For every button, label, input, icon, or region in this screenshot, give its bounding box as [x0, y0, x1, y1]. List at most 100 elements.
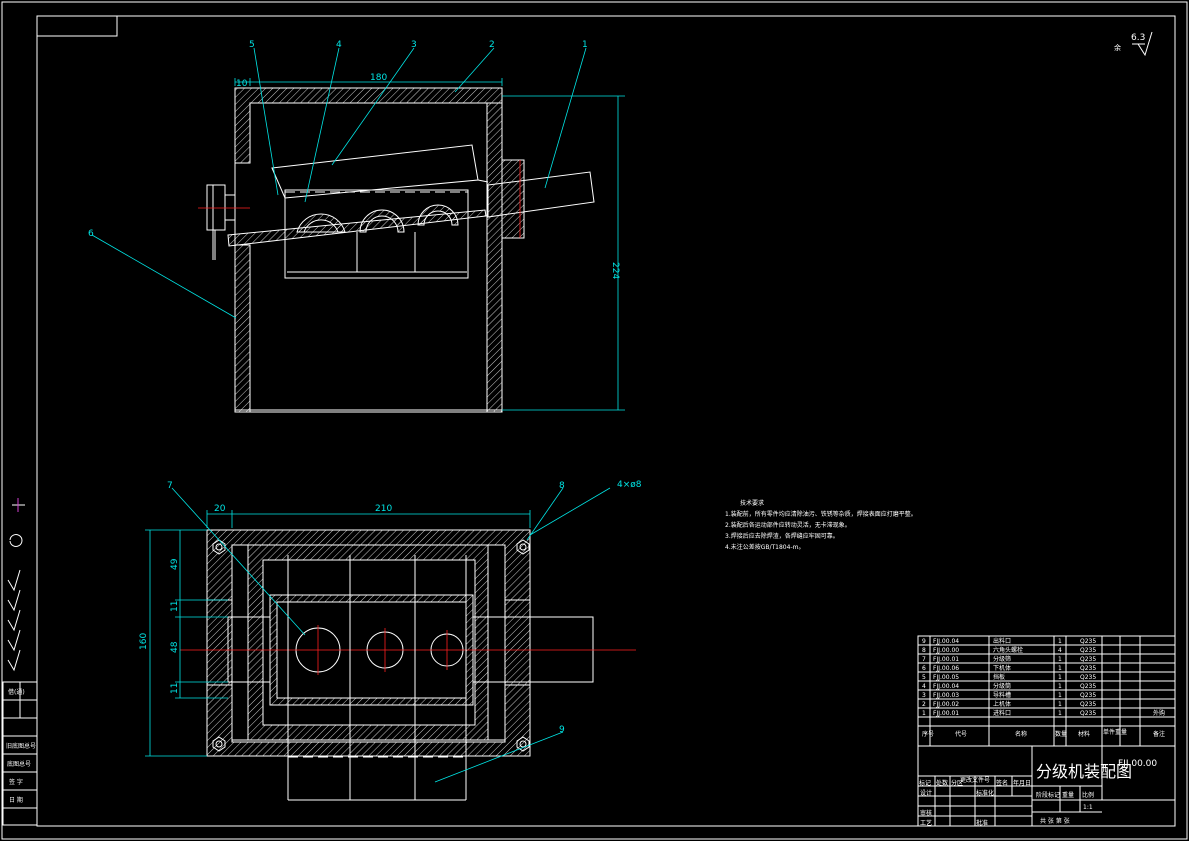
svg-text:2: 2: [922, 701, 926, 708]
svg-text:6: 6: [922, 665, 926, 672]
side-label-2: 旧底图总号: [6, 742, 36, 750]
dim-11b: 11: [170, 683, 180, 694]
dim-11a: 11: [170, 601, 180, 612]
svg-text:FJJ.00.00: FJJ.00.00: [933, 647, 959, 654]
svg-text:7: 7: [922, 656, 926, 663]
dim-bot-left: 20: [214, 504, 226, 514]
right-flange: [501, 159, 525, 239]
svg-text:FJJ.00.06: FJJ.00.06: [933, 665, 959, 672]
tech-req-line-2: 2.装配后各运动部件应转动灵活，无卡滞现象。: [725, 521, 851, 529]
svg-text:代号: 代号: [955, 730, 967, 738]
svg-text:FJJ.00.05: FJJ.00.05: [933, 674, 959, 681]
housing-right-wall: [486, 102, 503, 413]
svg-text:Q235: Q235: [1080, 674, 1096, 681]
svg-text:挡板: 挡板: [993, 673, 1005, 681]
svg-text:备注: 备注: [1153, 730, 1165, 738]
svg-text:FJJ.00.02: FJJ.00.02: [933, 701, 959, 708]
svg-text:8: 8: [922, 647, 926, 654]
svg-text:1: 1: [1058, 692, 1062, 699]
svg-text:分级筛: 分级筛: [993, 655, 1011, 663]
svg-text:出料口: 出料口: [993, 637, 1011, 645]
svg-text:标准化: 标准化: [976, 789, 994, 797]
side-label-1: 借(通): [8, 688, 25, 696]
drawing-number: FJJ.00.00: [1118, 759, 1157, 769]
side-label-5: 日 期: [9, 796, 23, 804]
svg-text:审核: 审核: [920, 809, 932, 817]
svg-text:FJJ.00.04: FJJ.00.04: [933, 683, 959, 690]
svg-text:分级筒: 分级筒: [993, 682, 1011, 690]
housing-top-wall: [234, 87, 503, 164]
dim-top-height: 224: [610, 262, 620, 279]
dim-bot-height: 160: [139, 633, 149, 650]
surface-finish-rest: 余: [1114, 43, 1121, 52]
svg-text:1: 1: [1058, 656, 1062, 663]
svg-text:Q235: Q235: [1080, 638, 1096, 645]
balloon-4: 4: [336, 40, 342, 50]
svg-text:标记: 标记: [919, 779, 931, 787]
svg-text:六角头螺栓: 六角头螺栓: [993, 646, 1023, 654]
surface-finish-value: 6.3: [1131, 33, 1145, 43]
dim-49: 49: [170, 558, 180, 570]
svg-text:5: 5: [922, 674, 926, 681]
svg-text:处数: 处数: [936, 779, 948, 787]
section-view: [91, 47, 625, 413]
side-legend: [2, 498, 38, 826]
svg-text:下机体: 下机体: [993, 664, 1011, 672]
svg-text:1: 1: [1058, 674, 1062, 681]
bom-header: 序号 代号 名称 数量 材料 单件重量 备注: [922, 728, 1165, 738]
svg-text:序号: 序号: [922, 730, 934, 738]
svg-text:材料: 材料: [1078, 730, 1090, 738]
svg-text:9: 9: [922, 638, 926, 645]
svg-text:1: 1: [1058, 665, 1062, 672]
svg-text:外购: 外购: [1153, 709, 1165, 717]
svg-text:1: 1: [1058, 683, 1062, 690]
svg-text:1: 1: [922, 710, 926, 717]
tech-req-title: 技术要求: [740, 499, 764, 507]
side-label-4: 签 字: [9, 778, 23, 786]
svg-text:重量: 重量: [1062, 791, 1074, 799]
svg-text:Q235: Q235: [1080, 656, 1096, 663]
svg-text:FJJ.00.01: FJJ.00.01: [933, 710, 959, 717]
svg-text:Q235: Q235: [1080, 710, 1096, 717]
svg-text:工艺: 工艺: [920, 819, 932, 827]
svg-text:进料口: 进料口: [993, 709, 1011, 717]
svg-text:比例: 比例: [1082, 791, 1094, 799]
svg-text:设计: 设计: [920, 789, 932, 797]
balloon-5: 5: [249, 40, 255, 50]
tech-req-line-1: 1.装配前，所有零件均应清除油污、铁锈等杂质，焊接表面应打磨平整。: [725, 510, 917, 518]
balloon-1: 1: [582, 40, 588, 50]
assembly-drawing: 10 180 224 5 4 3 2 1 6 20 210 4×ø8 160 4…: [1, 1, 1188, 840]
svg-text:FJJ.00.01: FJJ.00.01: [933, 656, 959, 663]
svg-text:阶段标记: 阶段标记: [1036, 791, 1060, 799]
svg-text:批准: 批准: [976, 819, 988, 827]
balloon-6: 6: [88, 229, 94, 239]
bom-row: 9 FJJ.00.04 出料口 1 Q235 8 FJJ.00.00 六角头螺栓…: [922, 637, 1165, 717]
svg-text:1: 1: [1058, 701, 1062, 708]
balloon-3: 3: [411, 40, 417, 50]
svg-text:Q235: Q235: [1080, 647, 1096, 654]
svg-text:名称: 名称: [1015, 730, 1027, 738]
tech-req-line-3: 3.焊接后应去除焊渣，各焊缝应牢固可靠。: [725, 532, 839, 540]
tech-req-line-4: 4.未注公差按GB/T1804-m。: [725, 543, 804, 551]
dim-top-left: 10: [236, 79, 248, 89]
svg-text:上机体: 上机体: [993, 700, 1011, 708]
svg-text:1: 1: [1058, 710, 1062, 717]
svg-text:共 张 第 张: 共 张 第 张: [1040, 817, 1070, 825]
svg-text:Q235: Q235: [1080, 665, 1096, 672]
svg-text:FJJ.00.03: FJJ.00.03: [933, 692, 959, 699]
side-label-3: 底图总号: [7, 760, 31, 768]
dim-bot-width: 210: [375, 504, 392, 514]
svg-text:单件重量: 单件重量: [1103, 728, 1127, 736]
svg-text:年月日: 年月日: [1013, 779, 1031, 787]
svg-text:Q235: Q235: [1080, 683, 1096, 690]
svg-text:导料槽: 导料槽: [993, 691, 1011, 699]
svg-text:Q235: Q235: [1080, 701, 1096, 708]
housing-bottom: [234, 409, 503, 413]
left-bolt-head: [206, 184, 226, 231]
svg-text:3: 3: [922, 692, 926, 699]
svg-text:4: 4: [922, 683, 926, 690]
corner-code-box: [36, 15, 118, 37]
balloon-9: 9: [559, 725, 565, 735]
plan-view: [145, 487, 636, 801]
svg-text:FJJ.00.04: FJJ.00.04: [933, 638, 959, 645]
